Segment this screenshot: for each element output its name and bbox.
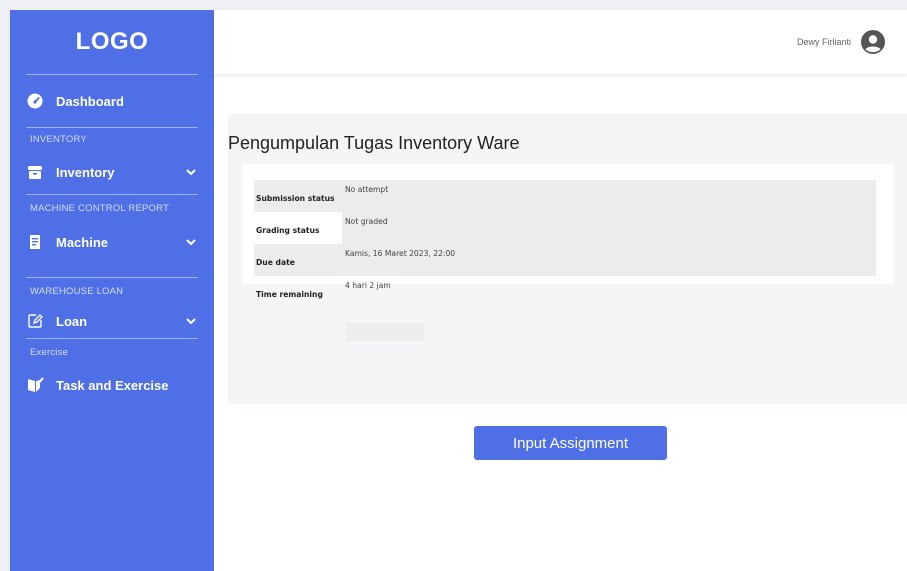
- chevron-down-icon[interactable]: [184, 165, 198, 179]
- sidebar-item-label: Loan: [56, 313, 88, 329]
- section-title-warehouse-loan: WAREHOUSE LOAN: [30, 286, 124, 297]
- submission-status-table: Submission status No attempt Grading sta…: [254, 180, 876, 308]
- sidebar-item-label: Machine: [56, 234, 109, 250]
- task-book-icon: [26, 376, 44, 394]
- row-label: Due date: [254, 244, 342, 276]
- sidebar-item-label: Task and Exercise: [56, 377, 169, 393]
- table-row: Grading status Not graded: [254, 212, 876, 244]
- section-title-inventory: INVENTORY: [30, 134, 87, 145]
- edit-pencil-icon: [26, 312, 44, 330]
- table-row: Time remaining 4 hari 2 jam: [254, 276, 876, 308]
- page-title: Pengumpulan Tugas Inventory Ware: [228, 133, 520, 153]
- main-content: Pengumpulan Tugas Inventory Ware Submiss…: [214, 74, 907, 571]
- sidebar-item-task-and-exercise[interactable]: Task and Exercise: [10, 365, 214, 405]
- user-circle-icon[interactable]: [861, 30, 885, 54]
- app-frame: LOGO Dashboard INVENTORY Inventory MACHI…: [10, 10, 907, 571]
- sidebar-item-inventory[interactable]: Inventory: [10, 152, 214, 192]
- document-report-icon: [26, 233, 44, 251]
- sidebar-item-machine[interactable]: Machine: [10, 221, 214, 263]
- submission-status-card: Submission status No attempt Grading sta…: [242, 164, 894, 299]
- sidebar-item-loan[interactable]: Loan: [10, 304, 214, 338]
- speedometer-icon: [26, 92, 44, 110]
- sidebar-item-dashboard[interactable]: Dashboard: [10, 75, 214, 127]
- row-value: Not graded: [342, 212, 876, 244]
- table-row: Due date Kamis, 16 Maret 2023, 22:00: [254, 244, 876, 276]
- placeholder-block: [346, 323, 424, 341]
- username[interactable]: Dewy Firlianti: [797, 37, 851, 47]
- sidebar: LOGO Dashboard INVENTORY Inventory MACHI…: [10, 10, 214, 571]
- row-value: Kamis, 16 Maret 2023, 22:00: [342, 244, 876, 276]
- sidebar-item-label: Dashboard: [56, 93, 124, 109]
- chevron-down-icon[interactable]: [184, 314, 198, 328]
- chevron-down-icon[interactable]: [184, 235, 198, 249]
- sidebar-item-label: Inventory: [56, 164, 115, 180]
- table-row: Submission status No attempt: [254, 180, 876, 212]
- row-label: Grading status: [254, 212, 342, 244]
- row-value: No attempt: [342, 180, 876, 212]
- section-title-machine: MACHINE CONTROL REPORT: [30, 203, 169, 214]
- row-value: 4 hari 2 jam: [345, 281, 391, 290]
- top-bar: Dewy Firlianti: [214, 10, 907, 74]
- sidebar-divider: [26, 194, 198, 195]
- archive-box-icon: [26, 163, 44, 181]
- row-label: Submission status: [254, 180, 342, 212]
- logo: LOGO: [75, 28, 149, 55]
- sidebar-divider: [26, 277, 198, 278]
- section-title-exercise: Exercise: [30, 347, 69, 358]
- input-assignment-button[interactable]: Input Assignment: [474, 426, 667, 460]
- sidebar-divider: [26, 338, 198, 339]
- row-label: Time remaining: [256, 289, 323, 299]
